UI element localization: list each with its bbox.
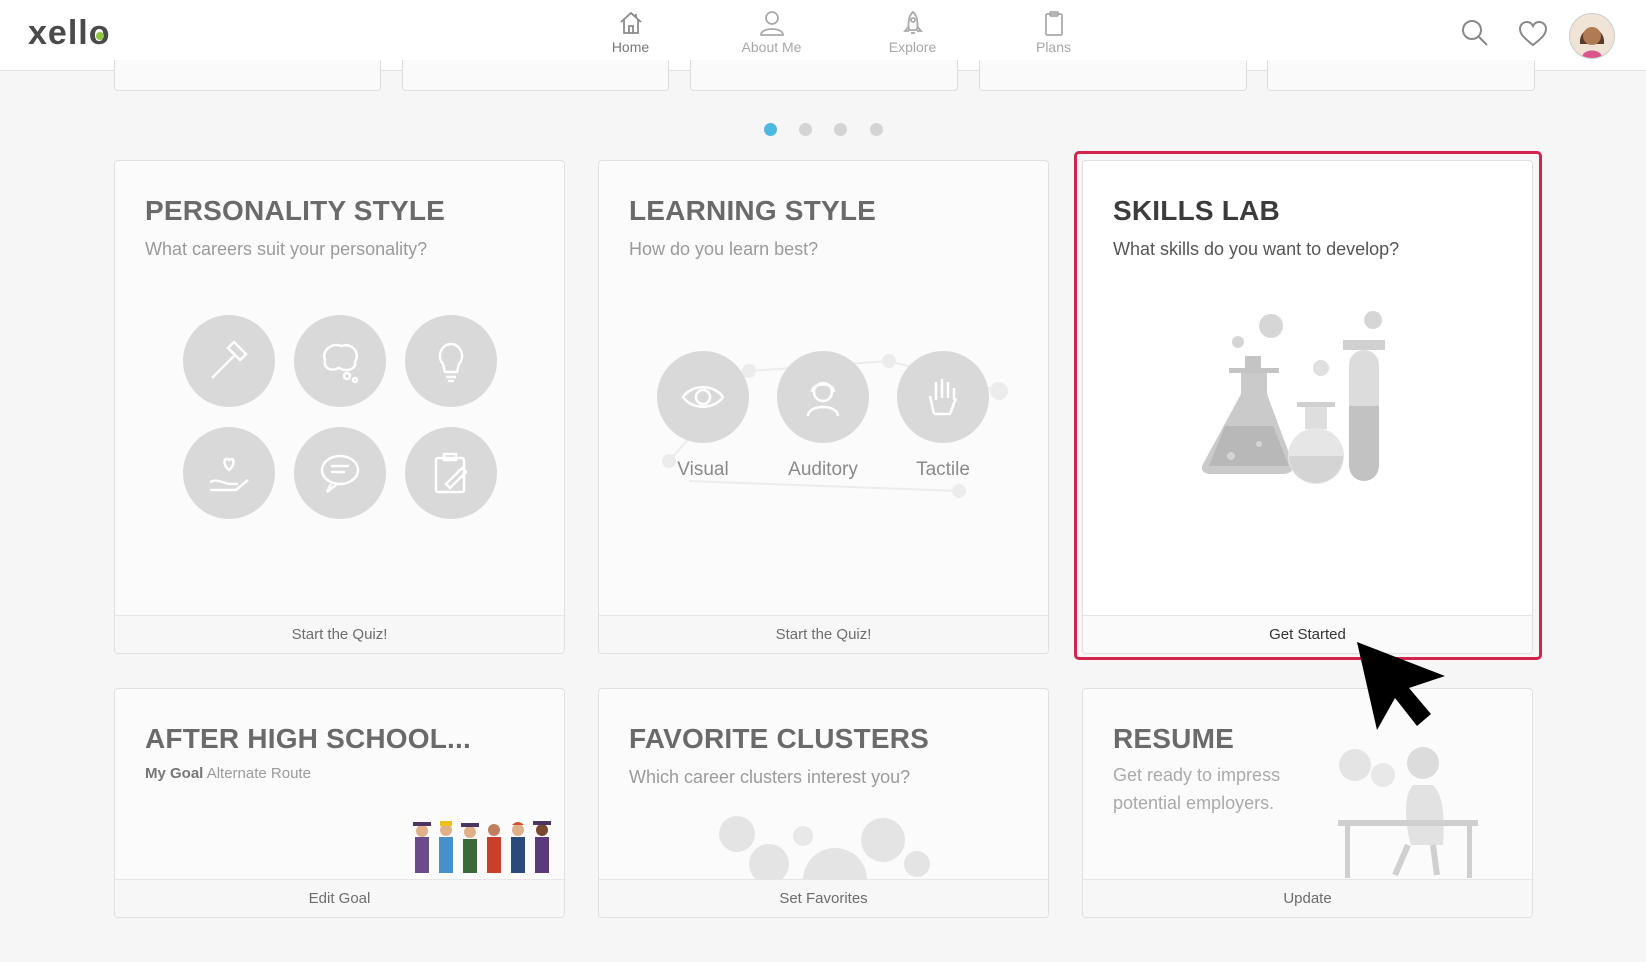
nav-label-explore: Explore: [888, 39, 937, 55]
card-subtitle: Get ready to impress potential employers…: [1113, 765, 1281, 813]
person-icon: [759, 11, 784, 36]
start-quiz-button[interactable]: Start the Quiz!: [599, 615, 1048, 653]
lab-flasks-illustration: [1201, 311, 1385, 484]
carousel-card[interactable]: [402, 60, 669, 91]
thought-bubble-icon: [294, 315, 386, 407]
resume-card[interactable]: RESUME Get ready to impress potential em…: [1082, 688, 1533, 918]
learning-style-card[interactable]: LEARNING STYLE How do you learn best? Vi…: [598, 160, 1049, 654]
helping-hand-icon: [183, 427, 275, 519]
favorite-clusters-card[interactable]: FAVORITE CLUSTERS Which career clusters …: [598, 688, 1049, 918]
card-subtitle: How do you learn best?: [629, 239, 819, 259]
auditory-label: Auditory: [788, 459, 858, 480]
nav-label-plans: Plans: [1035, 39, 1072, 55]
get-started-button[interactable]: Get Started: [1083, 615, 1532, 653]
carousel-card[interactable]: [690, 60, 958, 91]
goal-value: Alternate Route: [206, 765, 311, 782]
card-title: LEARNING STYLE: [629, 195, 877, 226]
card-subtitle: What skills do you want to develop?: [1113, 239, 1400, 259]
card-title: FAVORITE CLUSTERS: [629, 723, 930, 754]
goal-label: My Goal: [145, 765, 204, 782]
rocket-icon: [902, 10, 923, 34]
user-avatar[interactable]: [1569, 13, 1615, 59]
carousel-dot-2[interactable]: [799, 123, 812, 136]
card-title: AFTER HIGH SCHOOL...: [145, 723, 471, 754]
carousel-dot-3[interactable]: [834, 123, 847, 136]
heart-icon[interactable]: [1518, 20, 1548, 48]
lightbulb-icon: [405, 315, 497, 407]
set-favorites-button[interactable]: Set Favorites: [599, 879, 1048, 917]
carousel-dot-4[interactable]: [870, 123, 883, 136]
card-title: SKILLS LAB: [1113, 195, 1280, 226]
cluster-bubbles-graphic: [719, 816, 930, 884]
hammer-icon: [183, 315, 275, 407]
personality-style-card[interactable]: PERSONALITY STYLE What careers suit your…: [114, 160, 565, 654]
carousel-card[interactable]: [979, 60, 1247, 91]
clipboard-icon: [1044, 11, 1063, 36]
eye-icon: [657, 351, 749, 443]
search-icon[interactable]: [1460, 18, 1490, 48]
carousel-dot-1[interactable]: [764, 123, 777, 136]
skills-lab-card[interactable]: SKILLS LAB What skills do you want to de…: [1082, 160, 1533, 654]
headset-icon: [777, 351, 869, 443]
visual-label: Visual: [677, 459, 729, 480]
after-high-school-card[interactable]: AFTER HIGH SCHOOL... My Goal Alternate R…: [114, 688, 565, 918]
clipboard-edit-icon: [405, 427, 497, 519]
edit-goal-button[interactable]: Edit Goal: [115, 879, 564, 917]
home-icon: [619, 11, 642, 34]
tactile-label: Tactile: [916, 459, 970, 480]
card-subtitle: What careers suit your personality?: [145, 239, 428, 259]
xello-logo[interactable]: xello: [28, 14, 111, 53]
avatar-icon: [1570, 14, 1614, 58]
card-subtitle: Which career clusters interest you?: [629, 767, 911, 787]
nav-label-about-me: About Me: [741, 39, 802, 55]
update-button[interactable]: Update: [1083, 879, 1532, 917]
start-quiz-button[interactable]: Start the Quiz!: [115, 615, 564, 653]
card-title: PERSONALITY STYLE: [145, 195, 446, 226]
goal-line: My Goal Alternate Route: [145, 765, 311, 782]
carousel-card[interactable]: [114, 60, 381, 91]
nav-label-home: Home: [611, 39, 650, 55]
chat-bubble-icon: [294, 427, 386, 519]
carousel-card[interactable]: [1267, 60, 1535, 91]
card-title: RESUME: [1113, 723, 1234, 754]
resume-person-illustration: [1338, 747, 1478, 878]
mouse-cursor-icon: [1357, 642, 1445, 730]
hand-icon: [897, 351, 989, 443]
graduates-illustration: [413, 821, 551, 873]
